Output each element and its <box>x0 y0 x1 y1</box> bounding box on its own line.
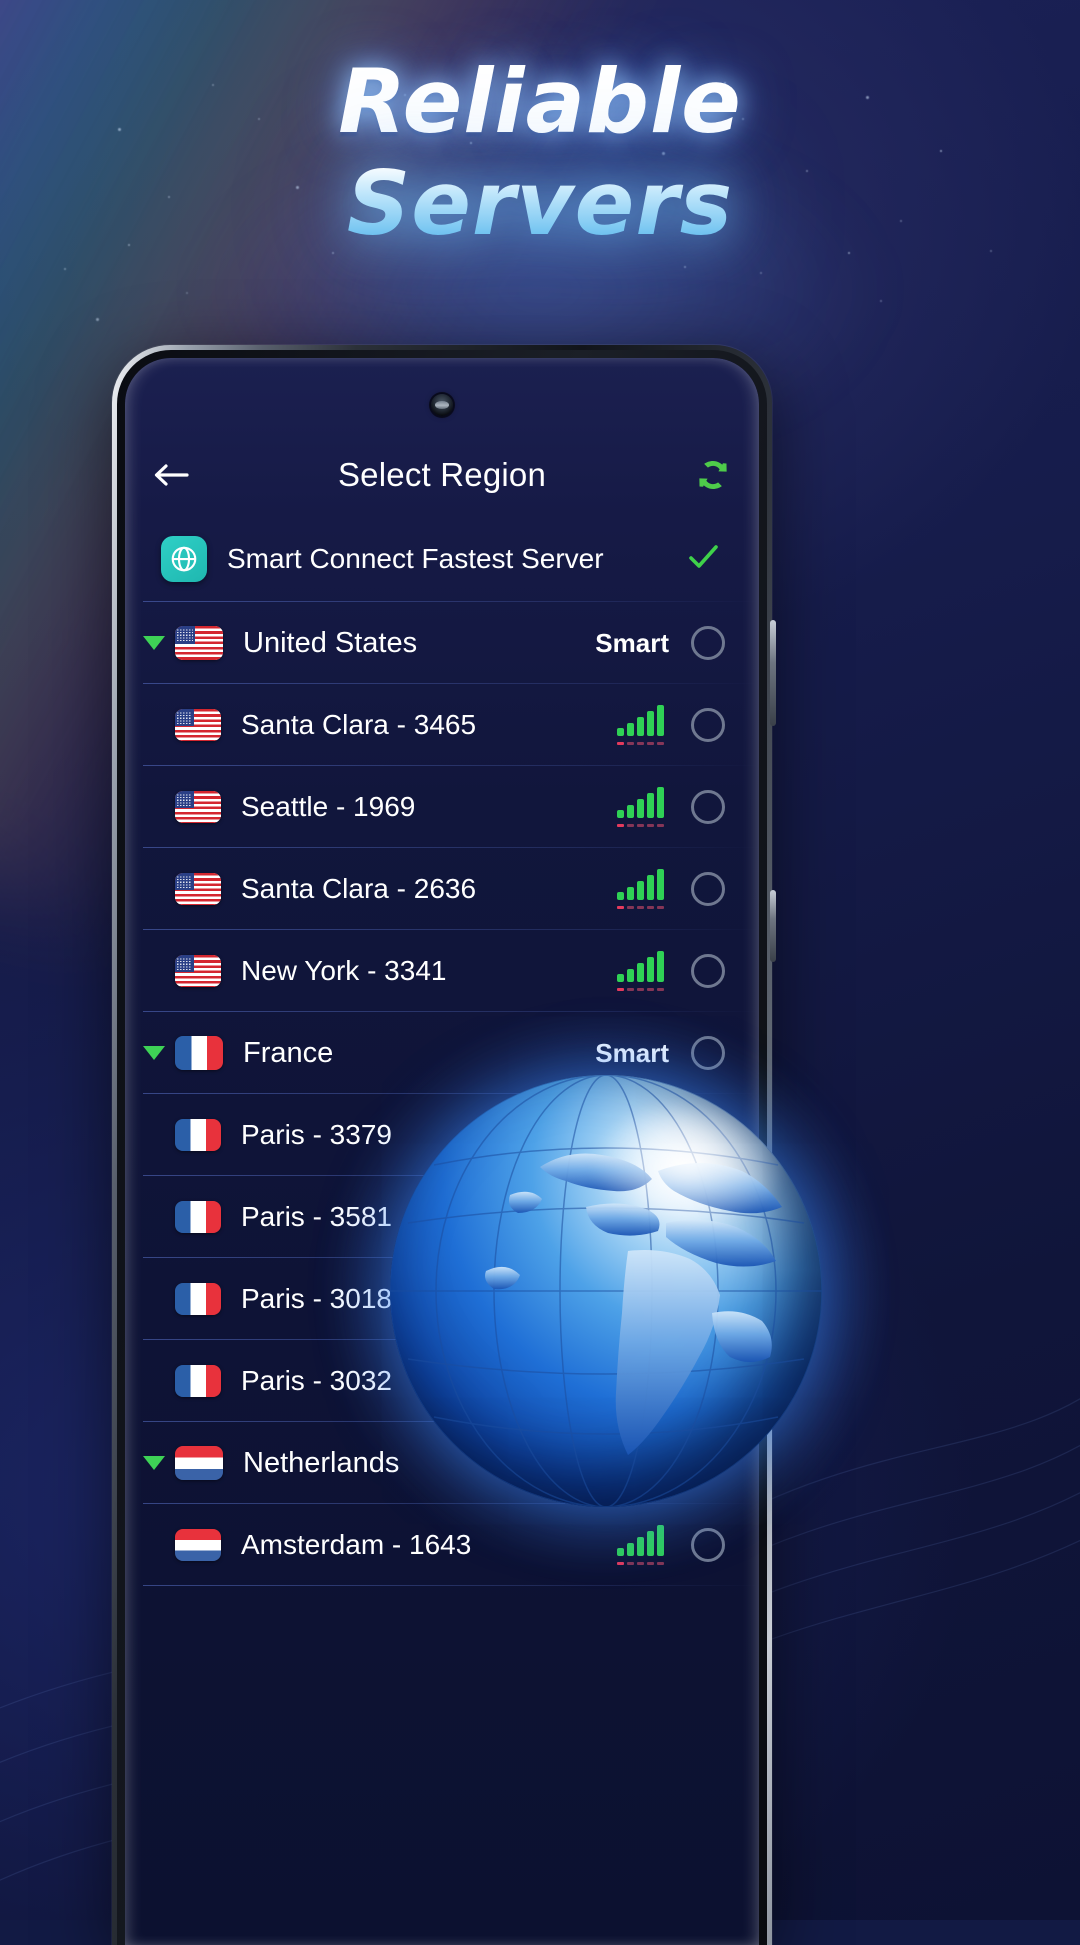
server-name: Santa Clara - 2636 <box>241 873 617 905</box>
globe-sphere <box>390 1075 822 1507</box>
smart-connect-label: Smart Connect Fastest Server <box>227 543 683 575</box>
app-topbar: Select Region <box>125 438 759 512</box>
flag-us-icon <box>175 873 221 905</box>
back-button[interactable] <box>125 459 217 491</box>
arrow-left-icon <box>152 459 190 491</box>
globe-specular-highlight <box>589 1101 788 1231</box>
globe-illustration <box>390 1075 822 1507</box>
signal-strength-icon <box>617 869 669 909</box>
flag-nl-icon <box>175 1446 223 1480</box>
chevron-down-icon[interactable] <box>143 1046 175 1060</box>
server-radio-button[interactable] <box>691 790 725 824</box>
smart-connect-row[interactable]: Smart Connect Fastest Server <box>125 516 759 602</box>
server-radio-button[interactable] <box>691 708 725 742</box>
page-title: Select Region <box>217 456 667 494</box>
server-row[interactable]: New York - 3341 <box>125 930 759 1012</box>
signal-strength-icon <box>617 705 669 745</box>
server-name: Seattle - 1969 <box>241 791 617 823</box>
headline-line-2: Servers <box>0 160 1080 248</box>
flag-us-icon <box>175 709 221 741</box>
check-icon <box>683 537 723 582</box>
country-row-us[interactable]: United States Smart <box>125 602 759 684</box>
server-radio-button[interactable] <box>691 872 725 906</box>
server-radio-button[interactable] <box>691 626 725 660</box>
flag-us-icon <box>175 626 223 660</box>
flag-fr-icon <box>175 1036 223 1070</box>
headline-line-1: Reliable <box>0 58 1080 146</box>
chevron-down-icon[interactable] <box>143 636 175 650</box>
refresh-icon <box>692 454 734 496</box>
server-row[interactable]: Santa Clara - 3465 <box>125 684 759 766</box>
flag-us-icon <box>175 791 221 823</box>
refresh-button[interactable] <box>667 454 759 496</box>
flag-fr-icon <box>175 1365 221 1397</box>
flag-fr-icon <box>175 1119 221 1151</box>
flag-fr-icon <box>175 1201 221 1233</box>
row-divider <box>143 1585 759 1586</box>
server-radio-button[interactable] <box>691 954 725 988</box>
flag-fr-icon <box>175 1283 221 1315</box>
flag-nl-icon <box>175 1529 221 1561</box>
flag-us-icon <box>175 955 221 987</box>
signal-strength-icon <box>617 787 669 827</box>
globe-icon <box>161 536 207 582</box>
server-name: Santa Clara - 3465 <box>241 709 617 741</box>
signal-strength-icon <box>617 951 669 991</box>
smart-badge: Smart <box>595 628 669 659</box>
phone-volume-button[interactable] <box>770 620 776 726</box>
promo-headline: Reliable Servers <box>0 58 1080 248</box>
server-name: New York - 3341 <box>241 955 617 987</box>
country-name: United States <box>243 627 595 660</box>
server-row[interactable]: Santa Clara - 2636 <box>125 848 759 930</box>
server-row[interactable]: Seattle - 1969 <box>125 766 759 848</box>
chevron-down-icon[interactable] <box>143 1456 175 1470</box>
phone-power-button[interactable] <box>770 890 776 962</box>
